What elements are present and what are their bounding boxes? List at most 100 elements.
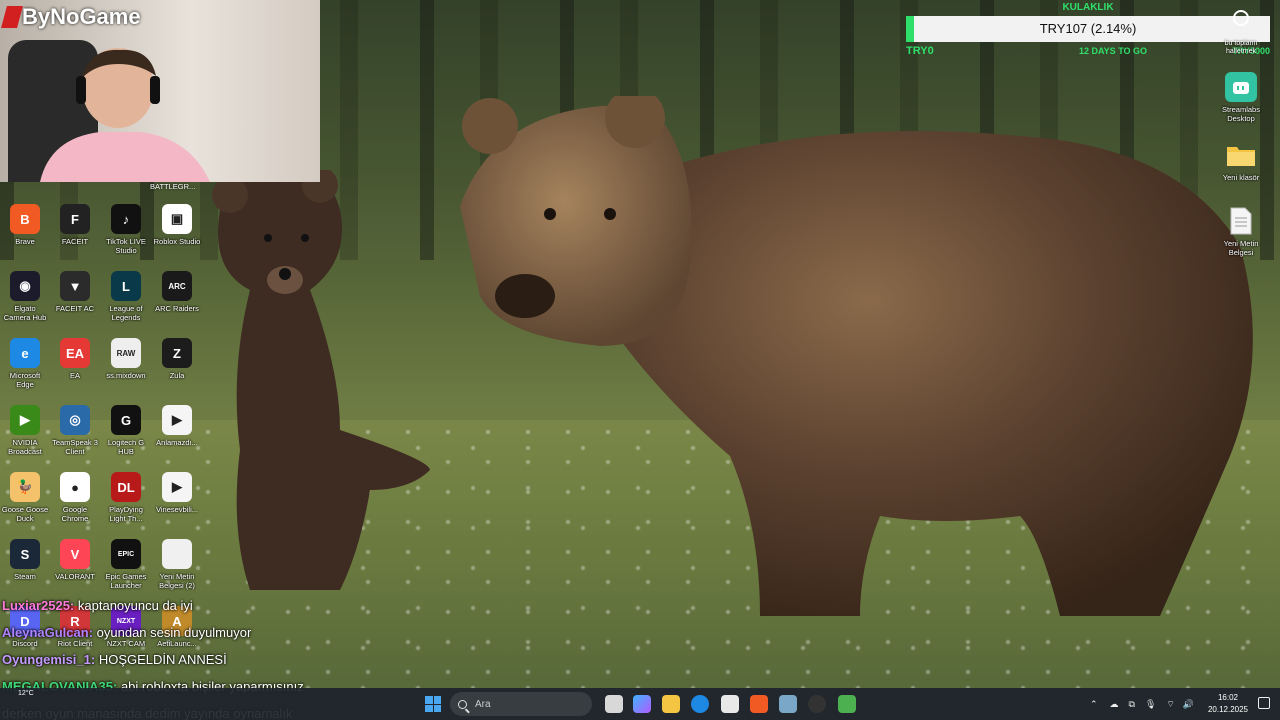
app-icon: ARC bbox=[162, 271, 192, 301]
app-icon: ▣ bbox=[162, 204, 192, 234]
volume-icon[interactable]: 🔊 bbox=[1183, 699, 1194, 710]
desktop-icon-label: FACEIT AC bbox=[55, 304, 95, 313]
edge-icon[interactable] bbox=[691, 695, 709, 713]
notification-icon[interactable] bbox=[1258, 697, 1270, 709]
app-icon: ● bbox=[60, 472, 90, 502]
desktop-icon-label: Zula bbox=[169, 371, 185, 380]
desktop-icon[interactable]: L League of Legends bbox=[101, 271, 151, 322]
desktop-icon[interactable]: EA EA bbox=[50, 338, 100, 380]
desktop-icon-label: FACEIT bbox=[61, 237, 89, 246]
desktop-icon-label: League of Legends bbox=[109, 304, 143, 322]
desktop-icon[interactable]: S Steam bbox=[0, 539, 50, 581]
app-icon: EA bbox=[60, 338, 90, 368]
brown-bear-image bbox=[460, 96, 1253, 616]
desktop-icon[interactable]: ▶ Anlamazdı... bbox=[152, 405, 202, 447]
desktop-icon-label: EA bbox=[69, 371, 80, 380]
app-icon: ▶ bbox=[162, 405, 192, 435]
app-icon: V bbox=[60, 539, 90, 569]
microphone-icon[interactable]: 🎙 bbox=[1145, 699, 1156, 710]
desktop-icon[interactable]: ◉ Elgato Camera Hub bbox=[0, 271, 50, 322]
chat-message: Oyungemisi_1: HOŞGELDİN ANNESİ bbox=[2, 650, 382, 677]
taskbar-search[interactable]: Ara bbox=[450, 692, 592, 716]
desktop-icon[interactable]: e Microsoft Edge bbox=[0, 338, 50, 389]
app-icon: RAW bbox=[111, 338, 141, 368]
desktop-icon-label: Goose Goose Duck bbox=[1, 505, 49, 523]
app-icon: F bbox=[60, 204, 90, 234]
wifi-icon[interactable]: ⌔ bbox=[1166, 699, 1174, 710]
streamlabs-icon bbox=[1225, 72, 1257, 102]
app-icon: e bbox=[10, 338, 40, 368]
bear-cub-image bbox=[212, 170, 430, 590]
desktop-icon-label: TeamSpeak 3 Client bbox=[52, 438, 98, 456]
chat-username: AleynaGulcan: bbox=[2, 625, 94, 640]
system-tray: ⌃ ☁ ⧉ 🎙 ⌔ 🔊 bbox=[1090, 688, 1194, 720]
desktop-icon-label: Google Chrome bbox=[61, 505, 89, 523]
desktop-icon[interactable]: ♪ TikTok LIVE Studio bbox=[101, 204, 151, 255]
desktop-icon[interactable]: V VALORANT bbox=[50, 539, 100, 581]
desktop-icon-label: Yeni klasör bbox=[1222, 173, 1260, 182]
clock-date: 20.12.2025 bbox=[1207, 705, 1249, 714]
desktop-icon[interactable]: DL PlayDying Light Th... bbox=[101, 472, 151, 523]
goal-days-left: 12 DAYS TO GO bbox=[1079, 46, 1148, 56]
app-icon: S bbox=[10, 539, 40, 569]
app-icon: ▼ bbox=[60, 271, 90, 301]
desktop-icon[interactable]: EPIC Epic Games Launcher bbox=[101, 539, 151, 590]
desktop-icon-streamlabs[interactable]: Streamlabs Desktop bbox=[1211, 72, 1271, 123]
app-icon: ◎ bbox=[60, 405, 90, 435]
desktop-icon[interactable]: B Brave bbox=[0, 204, 50, 246]
desktop-icon-label: Streamlabs Desktop bbox=[1222, 105, 1260, 123]
app-icon: Z bbox=[162, 338, 192, 368]
copilot-icon[interactable] bbox=[633, 695, 651, 713]
desktop-icon[interactable]: 🦆 Goose Goose Duck bbox=[0, 472, 50, 523]
taskbar-clock[interactable]: 16:02 20.12.2025 bbox=[1206, 692, 1250, 716]
weather-widget[interactable]: 12°C bbox=[18, 690, 34, 697]
desktop-icon-note[interactable]: bu toplamı halletmek bbox=[1210, 10, 1272, 56]
app-icon: 🦆 bbox=[10, 472, 40, 502]
start-button[interactable] bbox=[425, 696, 441, 712]
store-icon[interactable] bbox=[721, 695, 739, 713]
goal-start-amount: TRY0 bbox=[906, 45, 934, 57]
desktop-icon-label: Microsoft Edge bbox=[9, 371, 41, 389]
chat-username: Luxiar2525: bbox=[2, 598, 75, 613]
weather-temperature: 12°C bbox=[18, 690, 34, 697]
obs-icon[interactable] bbox=[808, 695, 826, 713]
app-icon: DL bbox=[111, 472, 141, 502]
onedrive-icon[interactable]: ☁ bbox=[1110, 699, 1119, 710]
desktop-icon[interactable]: ● Google Chrome bbox=[50, 472, 100, 523]
battlegrounds-label[interactable]: BATTLEGR... bbox=[150, 182, 195, 191]
desktop-icon[interactable]: ▶ Vinesevbili... bbox=[152, 472, 202, 514]
chat-message: Luxiar2525: kaptanoyuncu da iyi bbox=[2, 596, 382, 623]
task-view-icon[interactable] bbox=[605, 695, 623, 713]
chat-text: kaptanoyuncu da iyi bbox=[77, 598, 193, 613]
desktop-icon[interactable]: ARC ARC Raiders bbox=[152, 271, 202, 313]
desktop-icon[interactable]: Z Zula bbox=[152, 338, 202, 380]
desktop-icon-label: Yeni Metin Belgesi bbox=[1223, 239, 1259, 257]
windows-logo-icon bbox=[425, 696, 433, 704]
desktop-icon-label: VALORANT bbox=[55, 572, 95, 581]
desktop-icon[interactable]: F FACEIT bbox=[50, 204, 100, 246]
desktop-icon[interactable]: ▼ FACEIT AC bbox=[50, 271, 100, 313]
desktop-icon[interactable]: ▶ NVIDIA Broadcast bbox=[0, 405, 50, 456]
minecraft-icon[interactable] bbox=[838, 695, 856, 713]
desktop-icon-label: Roblox Studio bbox=[153, 237, 201, 246]
app-icon bbox=[162, 539, 192, 569]
desktop-icon[interactable]: ◎ TeamSpeak 3 Client bbox=[50, 405, 100, 456]
brave-taskbar-icon[interactable] bbox=[750, 695, 768, 713]
desktop-icon-label: ss.mixdown bbox=[106, 371, 146, 380]
app-icon: L bbox=[111, 271, 141, 301]
network-icon[interactable]: ⧉ bbox=[1129, 699, 1135, 710]
chevron-up-icon[interactable]: ⌃ bbox=[1090, 699, 1098, 710]
streamer-person bbox=[40, 48, 210, 182]
search-icon bbox=[458, 699, 467, 709]
app-icon: ▶ bbox=[10, 405, 40, 435]
desktop-icon[interactable]: RAW ss.mixdown bbox=[101, 338, 151, 380]
desktop-icon-label: ARC Raiders bbox=[155, 304, 199, 313]
desktop-icon[interactable]: G Logitech G HUB bbox=[101, 405, 151, 456]
settings-icon[interactable] bbox=[779, 695, 797, 713]
desktop-icon-new-folder[interactable]: Yeni klasör bbox=[1211, 140, 1271, 182]
desktop-icon-label: Steam bbox=[14, 572, 36, 581]
desktop-icon[interactable]: Yeni Metin Belgesi (2) bbox=[152, 539, 202, 590]
desktop-icon[interactable]: ▣ Roblox Studio bbox=[152, 204, 202, 246]
file-explorer-icon[interactable] bbox=[662, 695, 680, 713]
desktop-icon-new-text-document[interactable]: Yeni Metin Belgesi bbox=[1211, 206, 1271, 257]
